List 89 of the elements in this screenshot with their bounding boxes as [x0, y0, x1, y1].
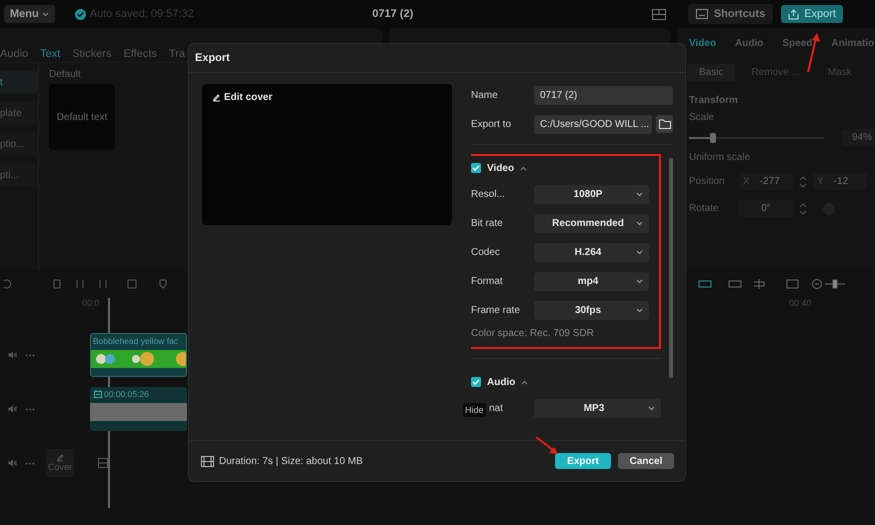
field-label: Scale: [689, 112, 714, 123]
clip-title: 00:00:05:26: [103, 388, 150, 401]
check-circle-icon: [74, 8, 86, 20]
cancel-button[interactable]: Cancel: [618, 453, 674, 469]
edit-cover-button[interactable]: Edit cover: [212, 92, 272, 103]
category-item[interactable]: t: [0, 71, 38, 93]
inspector-tab[interactable]: Animatio: [831, 38, 874, 48]
sub-tab[interactable]: Basic: [687, 64, 736, 81]
category-item[interactable]: plate: [0, 102, 38, 124]
menu-button[interactable]: Menu: [4, 5, 55, 23]
media-tab[interactable]: Effects: [123, 48, 157, 60]
caret-icon[interactable]: [636, 308, 643, 312]
dropdown[interactable]: 30fps: [534, 300, 649, 320]
stepper-icon[interactable]: [799, 202, 807, 214]
caret-icon[interactable]: [520, 166, 528, 170]
pencil-icon: [212, 93, 221, 102]
caret-icon[interactable]: [648, 406, 655, 410]
export-button[interactable]: Export: [781, 5, 843, 23]
annotation-arrow: [535, 436, 559, 456]
clip-title: Bobblehead yellow fac: [92, 335, 180, 348]
path-field[interactable]: C:/Users/GOOD WILL ...: [534, 114, 652, 134]
field-label: Position: [689, 176, 726, 187]
timeline-tools-icon[interactable]: [697, 278, 847, 290]
dropdown[interactable]: Recommended: [534, 214, 649, 232]
field-label: Export to: [471, 118, 512, 130]
section-title: Audio: [487, 376, 516, 388]
folder-button[interactable]: [656, 115, 673, 133]
stepper-icon[interactable]: [799, 176, 807, 188]
text-clip-icon: [94, 390, 102, 398]
category-item[interactable]: pti...: [0, 164, 38, 186]
export-button[interactable]: Export: [555, 453, 611, 469]
tooltip: Hide: [463, 403, 486, 417]
caret-icon[interactable]: [636, 278, 643, 284]
checkbox[interactable]: [471, 377, 481, 387]
field-label: Bit rate: [471, 218, 504, 228]
section-title: Transform: [689, 95, 738, 106]
caret-icon[interactable]: [521, 380, 528, 384]
field-label: Rotate: [689, 203, 720, 214]
keyboard-icon: [696, 9, 708, 19]
media-tab[interactable]: Stickers: [72, 48, 112, 60]
caret-icon[interactable]: [636, 220, 643, 226]
export-summary: Duration: 7s | Size: about 10 MB: [219, 456, 363, 466]
field-label: Format: [471, 276, 504, 286]
caret-icon: [42, 12, 49, 16]
scrollbar[interactable]: [669, 158, 673, 378]
more-icon[interactable]: [25, 408, 35, 410]
section-label: Default: [49, 69, 81, 80]
field-label: Uniform scale: [689, 152, 750, 163]
more-icon[interactable]: [25, 462, 35, 464]
dropdown[interactable]: H.264: [534, 242, 649, 262]
caret-icon[interactable]: [636, 250, 643, 254]
scale-value: 94%: [842, 129, 875, 146]
dropdown[interactable]: mp4: [534, 272, 649, 290]
field-label: Name: [471, 90, 499, 100]
media-tab[interactable]: Text: [40, 48, 60, 60]
color-space-note: Color space: Rec. 709 SDR: [471, 328, 595, 339]
inspector-tab[interactable]: Video: [689, 38, 716, 48]
more-icon[interactable]: [25, 354, 35, 356]
inspector-tab[interactable]: Audio: [735, 38, 764, 48]
field-label: nat: [489, 402, 504, 414]
field-label: Codec: [471, 246, 501, 258]
checkbox[interactable]: [471, 163, 481, 173]
category-item[interactable]: ptio...: [0, 133, 38, 155]
text-preset-card[interactable]: Default text: [49, 84, 115, 150]
text-clip[interactable]: 00:00:05:26: [90, 387, 187, 431]
speaker-icon[interactable]: [8, 405, 17, 413]
project-title: 0717 (2): [372, 8, 414, 20]
field-label: Frame rate: [471, 304, 521, 316]
speaker-icon[interactable]: [8, 459, 17, 467]
dropdown[interactable]: 1080P: [534, 184, 649, 204]
name-field[interactable]: 0717 (2): [534, 86, 673, 104]
cover-button[interactable]: Cover: [46, 449, 74, 477]
upload-icon: [788, 8, 800, 20]
media-tab[interactable]: Tra: [168, 48, 185, 60]
film-icon: [201, 456, 214, 466]
field-label: Resol...: [471, 188, 506, 200]
film-icon: [98, 458, 108, 468]
dropdown[interactable]: MP3: [534, 398, 661, 418]
section-title: Video: [487, 162, 514, 174]
shortcuts-button[interactable]: Shortcuts: [688, 4, 774, 24]
media-tab[interactable]: Audio: [0, 48, 28, 60]
rotate-field[interactable]: 0°: [739, 200, 793, 217]
dialog-title: Export: [195, 52, 230, 64]
video-clip[interactable]: Bobblehead yellow fac: [90, 333, 187, 377]
layout-icon[interactable]: [652, 8, 666, 20]
inspector-tab[interactable]: Speed: [782, 38, 812, 48]
speaker-icon[interactable]: [8, 351, 17, 359]
caret-icon[interactable]: [636, 192, 643, 196]
pencil-icon: [56, 454, 64, 462]
